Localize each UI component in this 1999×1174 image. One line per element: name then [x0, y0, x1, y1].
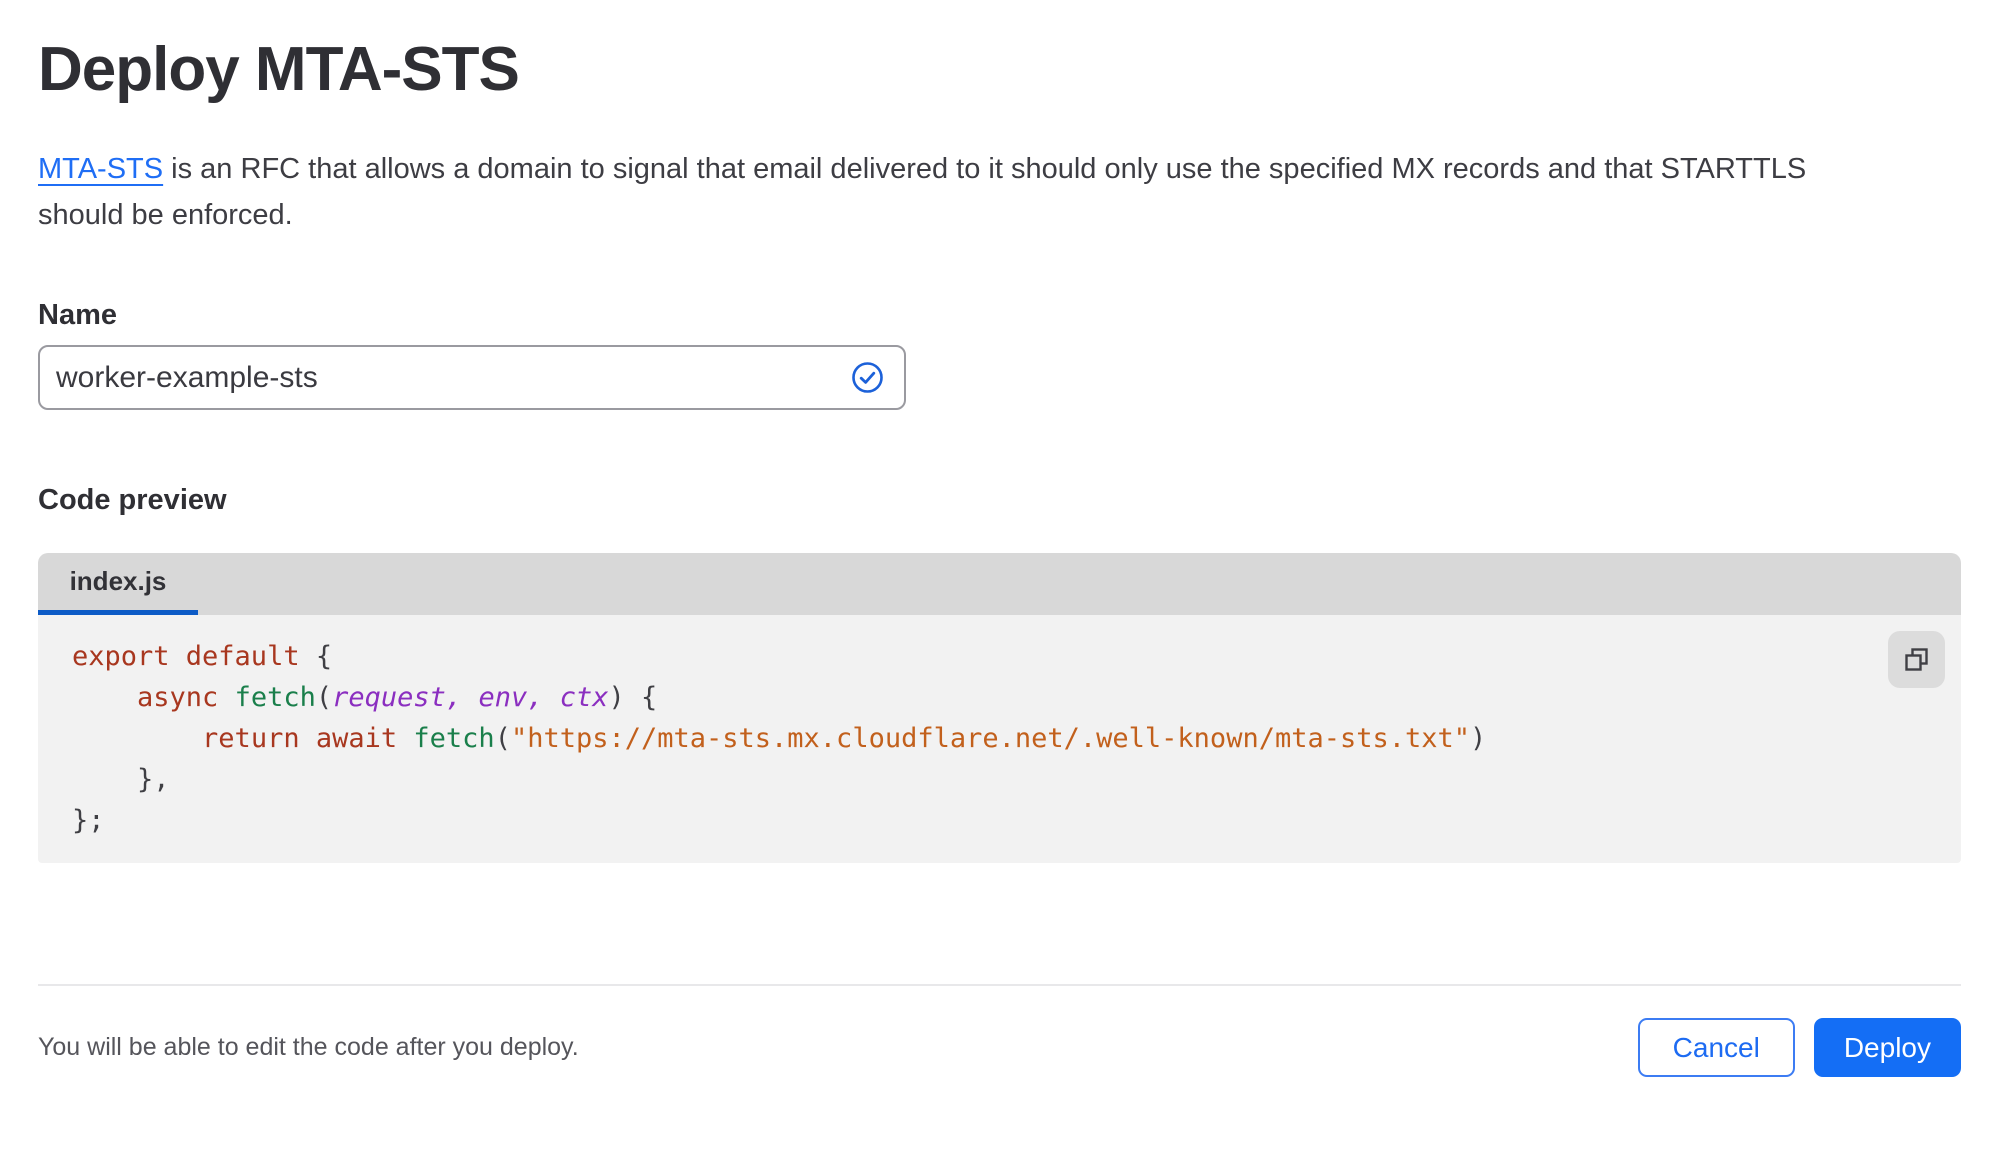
description: MTA-STS is an RFC that allows a domain t… — [38, 146, 1961, 238]
copy-icon — [1902, 645, 1931, 674]
code-line: }; — [72, 805, 105, 836]
code-content: export default { async fetch(request, en… — [38, 615, 1961, 841]
code-line: export default { — [72, 641, 333, 672]
footer-buttons: Cancel Deploy — [1637, 1018, 1961, 1077]
code-line: async fetch(request, env, ctx) { — [137, 682, 658, 713]
cancel-button[interactable]: Cancel — [1637, 1018, 1795, 1077]
copy-code-button[interactable] — [1888, 631, 1945, 688]
code-preview-block: index.js export default { async fetch(re… — [38, 553, 1961, 863]
code-line: }, — [72, 764, 170, 795]
page-title: Deploy MTA-STS — [38, 35, 520, 104]
code-line: return await fetch("https://mta-sts.mx.c… — [202, 723, 1487, 754]
description-line2: should be enforced. — [38, 199, 293, 231]
tab-index-js[interactable]: index.js — [38, 553, 198, 615]
deploy-mta-sts-page: Deploy MTA-STS MTA-STS is an RFC that al… — [0, 36, 1999, 1077]
deploy-note: You will be able to edit the code after … — [38, 1033, 579, 1061]
check-circle-icon — [851, 361, 884, 394]
code-editor[interactable]: export default { async fetch(request, en… — [38, 615, 1961, 863]
code-tab-bar: index.js — [38, 553, 1961, 615]
code-preview-label: Code preview — [38, 484, 227, 516]
footer-bar: You will be able to edit the code after … — [38, 986, 1961, 1077]
mta-sts-link[interactable]: MTA-STS — [38, 153, 163, 185]
description-line1: is an RFC that allows a domain to signal… — [163, 153, 1807, 185]
worker-name-input[interactable] — [38, 345, 906, 410]
name-input-wrap — [38, 345, 906, 410]
deploy-button[interactable]: Deploy — [1813, 1018, 1961, 1077]
name-label: Name — [38, 299, 117, 331]
